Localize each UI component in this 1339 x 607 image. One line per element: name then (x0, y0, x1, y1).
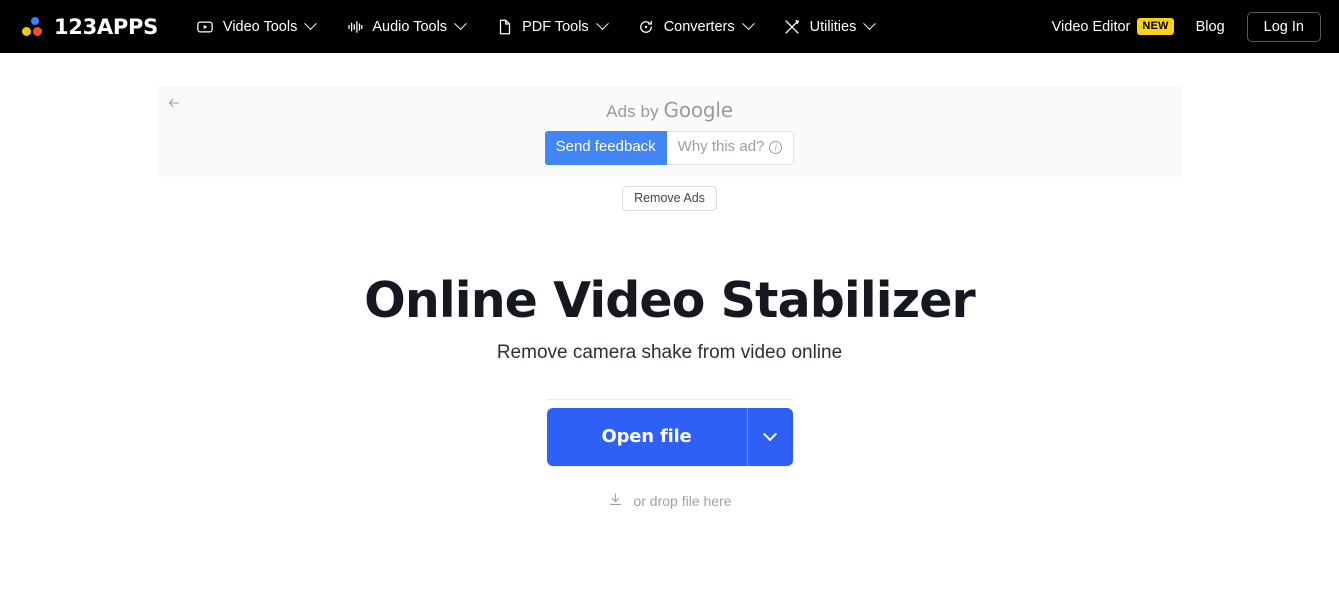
site-header: 123APPS Video Tools Audio Tools PDF Tool… (0, 0, 1339, 53)
nav-label: Video Tools (222, 18, 298, 35)
download-arrow-icon (607, 491, 624, 511)
nav-label: Utilities (809, 18, 857, 35)
video-editor-link[interactable]: Video Editor NEW (1051, 18, 1174, 35)
tools-cross-icon (783, 17, 802, 36)
play-rect-icon (196, 17, 215, 36)
hero-section: Online Video Stabilizer Remove camera sh… (0, 272, 1339, 511)
ads-by-prefix: Ads by (606, 102, 664, 121)
nav-item-utilities[interactable]: Utilities (781, 11, 877, 42)
waveform-icon (345, 17, 364, 36)
nav-label: PDF Tools (522, 18, 589, 35)
video-editor-label: Video Editor (1051, 18, 1131, 35)
refresh-circle-icon (637, 17, 656, 36)
info-circle-icon (769, 140, 783, 154)
drop-file-hint[interactable]: or drop file here (0, 491, 1339, 511)
ad-buttons-group: Send feedback Why this ad? (544, 131, 795, 165)
logo-home-link[interactable]: 123APPS (22, 15, 158, 39)
nav-item-converters[interactable]: Converters (635, 11, 755, 42)
open-file-button[interactable]: Open file (546, 407, 747, 466)
ads-by-google-label: Ads by Google (158, 100, 1182, 120)
document-page-icon (495, 17, 514, 36)
why-this-ad-button[interactable]: Why this ad? (666, 131, 795, 165)
login-button[interactable]: Log In (1246, 11, 1321, 42)
nav-item-pdf-tools[interactable]: PDF Tools (493, 11, 609, 42)
nav-item-audio-tools[interactable]: Audio Tools (343, 11, 467, 42)
page-title: Online Video Stabilizer (364, 272, 976, 329)
nav-label: Converters (663, 18, 735, 35)
ad-center-block: Ads by Google Send feedback Why this ad? (158, 100, 1182, 165)
chevron-down-icon (304, 17, 318, 31)
chevron-down-icon (863, 17, 877, 31)
send-feedback-button[interactable]: Send feedback (544, 131, 667, 165)
chevron-down-icon (454, 17, 467, 31)
remove-ads-button[interactable]: Remove Ads (622, 186, 717, 211)
open-file-wrap: Open file (546, 398, 793, 466)
remove-ads-row: Remove Ads (158, 186, 1182, 211)
logo-text: 123APPS (54, 14, 158, 39)
header-right-group: Video Editor NEW Blog Log In (1051, 11, 1321, 42)
open-file-group: Open file (546, 407, 793, 466)
nav-item-video-tools[interactable]: Video Tools (194, 11, 318, 42)
google-wordmark: Google (663, 98, 734, 122)
ad-container: Ads by Google Send feedback Why this ad?… (157, 86, 1182, 211)
page-body: Ads by Google Send feedback Why this ad?… (0, 86, 1339, 607)
drop-file-label: or drop file here (633, 492, 732, 509)
open-file-dropdown-button[interactable] (747, 407, 793, 466)
new-badge: NEW (1137, 18, 1174, 35)
nav-label: Audio Tools (372, 18, 448, 35)
chevron-down-icon (762, 426, 778, 442)
open-file-row: Open file (0, 398, 1339, 466)
main-nav: Video Tools Audio Tools PDF Tools Conver… (194, 11, 877, 42)
three-dots-logo-icon (22, 16, 45, 37)
why-this-ad-label: Why this ad? (677, 138, 765, 155)
google-ad-banner: Ads by Google Send feedback Why this ad? (157, 86, 1182, 177)
page-subtitle: Remove camera shake from video online (496, 341, 843, 363)
chevron-down-icon (595, 17, 609, 31)
open-file-divider (746, 407, 748, 466)
chevron-down-icon (741, 17, 755, 31)
blog-link[interactable]: Blog (1196, 19, 1225, 35)
open-file-top-divider (546, 398, 793, 400)
